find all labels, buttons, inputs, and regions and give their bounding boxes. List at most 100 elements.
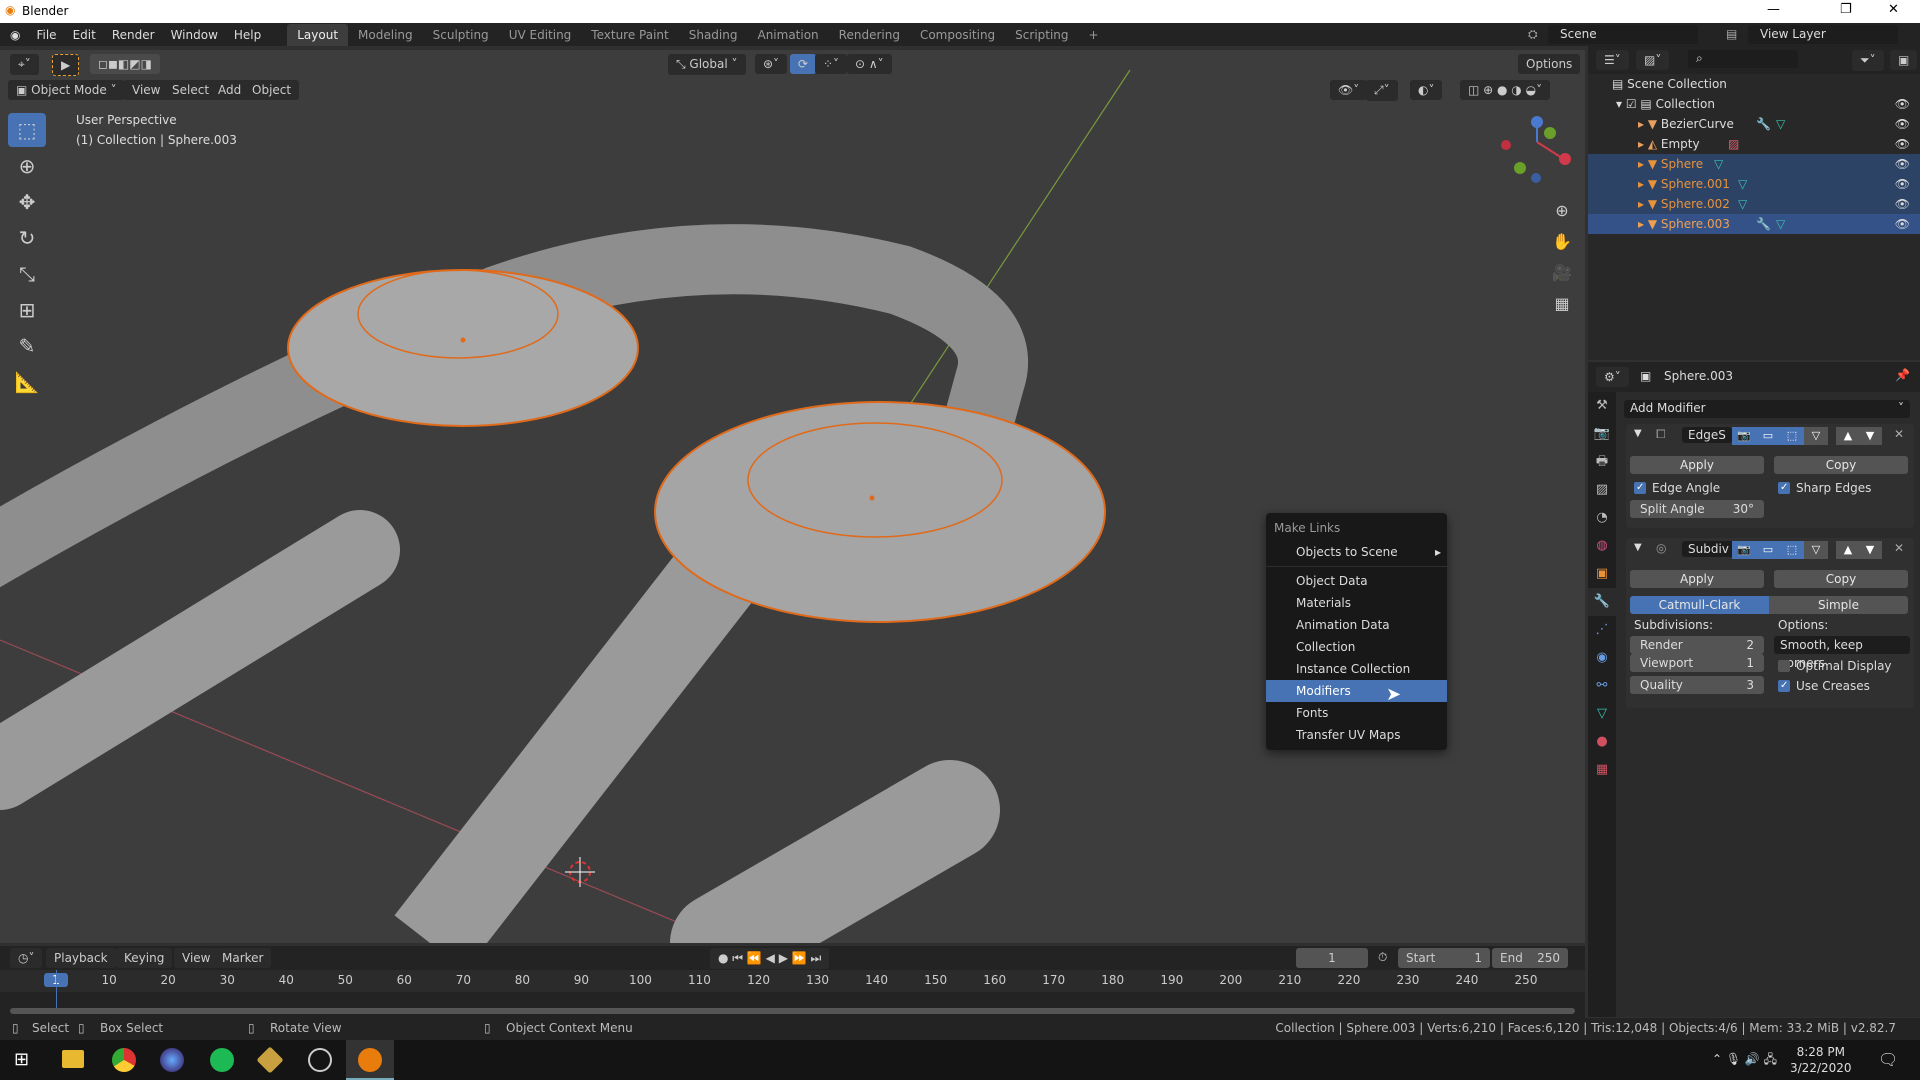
view-layer-selector[interactable]: View Layer	[1748, 25, 1898, 44]
tab-animation[interactable]: Animation	[747, 24, 828, 46]
eye-icon[interactable]: 👁	[1895, 174, 1910, 194]
annotate-tool-icon[interactable]: ✎	[8, 329, 46, 363]
scale-tool-icon[interactable]: ⤡	[8, 257, 46, 291]
menu-item-modifiers[interactable]: Modifiers	[1266, 680, 1447, 702]
gizmo-toggle[interactable]: ⤢˅	[1366, 80, 1398, 101]
timeline-menu-playback[interactable]: Playback	[46, 948, 116, 968]
viewport-menu-view[interactable]: View	[124, 80, 169, 100]
viewport-menu-object[interactable]: Object	[244, 80, 300, 100]
catmull-clark-option[interactable]: Catmull-Clark	[1630, 596, 1769, 614]
eye-icon[interactable]: 👁	[1895, 114, 1910, 134]
outliner-filter-icon[interactable]: ⏷˅	[1852, 50, 1884, 71]
scene-tab-icon[interactable]: ◔	[1588, 504, 1616, 532]
scene-collection-row[interactable]: ▤ Scene Collection	[1588, 74, 1920, 94]
properties-editor-type[interactable]: ⚙˅	[1596, 367, 1629, 387]
shading-buttons[interactable]: ◫ ⊕ ● ◑ ◒˅	[1460, 80, 1551, 100]
outliner-search-input[interactable]: ⌕	[1688, 50, 1798, 68]
pan-hand-icon[interactable]: ✋	[1548, 226, 1576, 257]
copy-button[interactable]: Copy	[1774, 570, 1908, 588]
move-down-icon[interactable]: ▼	[1858, 427, 1882, 445]
split-angle-field[interactable]: Split Angle 30°	[1630, 500, 1764, 518]
transform-orientation[interactable]: ⤡ Global ˅	[668, 54, 746, 75]
render-levels-field[interactable]: Render 2	[1630, 636, 1764, 654]
optimal-display-checkbox[interactable]: Optimal Display	[1778, 658, 1892, 674]
texture-tab-icon[interactable]: ▦	[1588, 756, 1616, 784]
select-tool-icon[interactable]: ▶	[52, 54, 80, 76]
outliner-item-sphere-002[interactable]: ▸ ▼ Sphere.002 ▽ 👁	[1588, 194, 1920, 214]
mode-selector[interactable]: ▣ Object Mode ˅	[8, 80, 125, 100]
pin-icon[interactable]: 📌	[1895, 368, 1910, 382]
menu-item-objects-to-scene[interactable]: Objects to Scene ▸	[1266, 541, 1447, 563]
modifier-tab-icon[interactable]: 🔧	[1588, 588, 1616, 616]
select-mode-buttons[interactable]: ◻◼◧◩◨	[90, 54, 160, 74]
file-explorer-icon[interactable]	[62, 1050, 84, 1068]
outliner-display-mode[interactable]: ☰˅	[1596, 50, 1629, 70]
tab-uv-editing[interactable]: UV Editing	[499, 24, 582, 46]
tab-rendering[interactable]: Rendering	[829, 24, 910, 46]
close-button[interactable]: ✕	[1888, 2, 1899, 17]
cage-toggle-icon[interactable]: ▽	[1804, 427, 1828, 445]
ortho-grid-icon[interactable]: ▦	[1548, 288, 1576, 319]
outliner-item-sphere-001[interactable]: ▸ ▼ Sphere.001 ▽ 👁	[1588, 174, 1920, 194]
chrome-icon[interactable]	[112, 1048, 136, 1072]
camera-view-icon[interactable]: 🎥	[1548, 257, 1576, 288]
snap-toggle[interactable]: ⟳	[790, 54, 817, 74]
outliner-item-sphere[interactable]: ▸ ▼ Sphere ▽ 👁	[1588, 154, 1920, 174]
windows-start-icon[interactable]: ⊞	[14, 1049, 29, 1070]
timeline-menu-keying[interactable]: Keying	[116, 948, 173, 968]
playback-controls[interactable]: ● ⏮ ⏪ ◀ ▶ ⏩ ⏭	[710, 948, 830, 969]
remove-modifier-icon[interactable]: ✕	[1894, 541, 1904, 555]
tab-shading[interactable]: Shading	[679, 24, 748, 46]
constraints-tab-icon[interactable]: ⚯	[1588, 672, 1616, 700]
outliner-filter-type[interactable]: ▨˅	[1636, 50, 1670, 70]
frame-ruler[interactable]: 1102030405060708090100110120130140150160…	[0, 970, 1585, 992]
overlay-toggle[interactable]: ◐˅	[1410, 80, 1443, 100]
rotate-tool-icon[interactable]: ↻	[8, 221, 46, 255]
menu-file[interactable]: File	[28, 28, 64, 42]
transform-tool-icon[interactable]: ⊞	[8, 293, 46, 327]
snap-target-button[interactable]: ⁘˅	[815, 54, 848, 74]
measure-tool-icon[interactable]: 📐	[8, 365, 46, 399]
eye-icon[interactable]: 👁	[1895, 94, 1910, 114]
menu-item-transfer-uv-maps[interactable]: Transfer UV Maps	[1266, 724, 1447, 746]
menu-help[interactable]: Help	[226, 28, 269, 42]
outliner-item-sphere-003[interactable]: ▸ ▼ Sphere.003 🔧 ▽ 👁	[1588, 214, 1920, 234]
tray-icons[interactable]: ⌃ 🎙 🔊 🖧	[1712, 1050, 1777, 1071]
end-frame-field[interactable]: End 250	[1492, 948, 1568, 968]
davinci-resolve-icon[interactable]	[160, 1048, 184, 1072]
collapse-arrow-icon[interactable]: ▼	[1634, 542, 1642, 553]
editmode-toggle-icon[interactable]: ⬚	[1780, 427, 1804, 445]
tab-layout[interactable]: Layout	[287, 23, 349, 46]
move-down-icon[interactable]: ▼	[1858, 541, 1882, 559]
timeline-editor-type[interactable]: ◷˅	[10, 948, 43, 968]
new-collection-icon[interactable]: ▣	[1890, 50, 1918, 70]
timeline-menu-marker[interactable]: Marker	[214, 948, 272, 968]
tab-sculpting[interactable]: Sculpting	[423, 24, 499, 46]
options-dropdown[interactable]: Options	[1518, 54, 1581, 74]
menu-item-object-data[interactable]: Object Data	[1266, 570, 1447, 592]
start-frame-field[interactable]: Start 1	[1398, 948, 1490, 968]
eye-icon[interactable]: 👁	[1895, 214, 1910, 234]
apply-button[interactable]: Apply	[1630, 456, 1764, 474]
mesh-data-tab-icon[interactable]: ▽	[1588, 700, 1616, 728]
checkbox-icon[interactable]: ☑	[1626, 97, 1641, 111]
apply-button[interactable]: Apply	[1630, 570, 1764, 588]
render-toggle-icon[interactable]: 📷	[1732, 541, 1756, 559]
blender-menu-icon[interactable]: ◉	[0, 28, 28, 42]
app-icon[interactable]	[256, 1046, 284, 1074]
editmode-toggle-icon[interactable]: ⬚	[1780, 541, 1804, 559]
spotify-icon[interactable]	[210, 1048, 234, 1072]
object-tab-icon[interactable]: ▣	[1588, 560, 1616, 588]
outliner-item-empty[interactable]: ▸ ◭ Empty ▨ 👁	[1588, 134, 1920, 154]
particles-tab-icon[interactable]: ⋰	[1588, 616, 1616, 644]
eye-icon[interactable]: 👁	[1895, 134, 1910, 154]
viewport-toggle-icon[interactable]: ▭	[1756, 427, 1780, 445]
collection-row[interactable]: ▾ ☑ ▤ Collection 👁	[1588, 94, 1920, 114]
timeline-menu-view[interactable]: View	[174, 948, 219, 968]
material-tab-icon[interactable]: ●	[1588, 728, 1616, 756]
tab-compositing[interactable]: Compositing	[910, 24, 1005, 46]
menu-item-collection[interactable]: Collection	[1266, 636, 1447, 658]
sharp-edges-checkbox[interactable]: Sharp Edges	[1778, 480, 1871, 496]
tab-modeling[interactable]: Modeling	[348, 24, 423, 46]
notifications-icon[interactable]: 🗨	[1878, 1050, 1898, 1069]
